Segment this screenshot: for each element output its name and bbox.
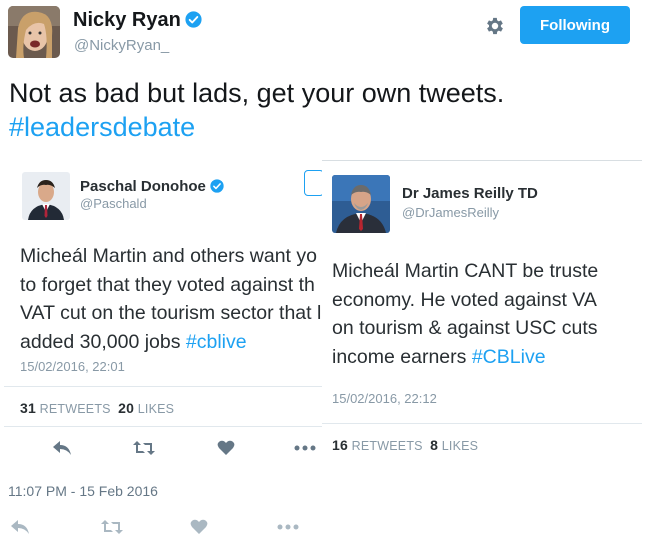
more-icon [277,524,299,530]
tweet-timestamp[interactable]: 11:07 PM - 15 Feb 2016 [8,483,158,499]
tweet-body: Not as bad but lads, get your own tweets… [9,78,505,108]
embedded-name-left: Paschal Donohoe [80,178,224,195]
divider [4,386,334,387]
embedded-avatar-right [332,175,390,233]
author-avatar[interactable] [8,6,60,58]
follow-icon [304,170,324,196]
more-icon [294,445,316,451]
embedded-stats-left: 31 RETWEETS 20 LIKES [20,400,175,416]
embedded-text-right: Micheál Martin CANT be truste economy. H… [332,260,599,368]
embedded-date-left: 15/02/2016, 22:01 [20,359,125,374]
embedded-handle-left: @Paschald [80,196,147,211]
verified-icon [185,11,202,28]
embedded-text-left: Micheál Martin and others want yo to for… [20,245,322,353]
embedded-avatar-left [22,172,70,220]
attached-image[interactable]: Paschal Donohoe @Paschald Micheál Martin… [0,150,650,480]
verified-icon [210,179,224,193]
embedded-name-right: Dr James Reilly TD [402,185,538,202]
like-button[interactable] [190,519,208,535]
embedded-date-right: 15/02/2016, 22:12 [332,391,437,406]
like-icon [217,440,235,456]
like-icon [190,519,208,534]
more-button[interactable] [277,524,299,530]
retweet-icon [132,440,156,456]
reply-icon [52,440,72,456]
following-button[interactable]: Following [520,6,630,44]
embedded-tweet-right: Dr James Reilly TD @DrJamesReilly Micheá… [322,160,642,480]
embedded-stats-right: 16 RETWEETS 8 LIKES [332,437,479,453]
retweet-button[interactable] [100,519,124,535]
embedded-handle-right: @DrJamesReilly [402,205,499,220]
hashtag-link[interactable]: #leadersdebate [9,112,195,142]
divider [322,423,642,424]
divider [4,426,334,427]
embedded-tweet-left: Paschal Donohoe @Paschald Micheál Martin… [4,150,334,480]
reply-button[interactable] [10,519,30,535]
tweet-text: Not as bad but lads, get your own tweets… [9,76,639,144]
gear-icon[interactable] [484,15,506,37]
retweet-icon [101,520,123,534]
author-name[interactable]: Nicky Ryan [73,9,202,32]
reply-icon [11,520,29,534]
author-handle[interactable]: @NickyRyan_ [74,37,169,54]
